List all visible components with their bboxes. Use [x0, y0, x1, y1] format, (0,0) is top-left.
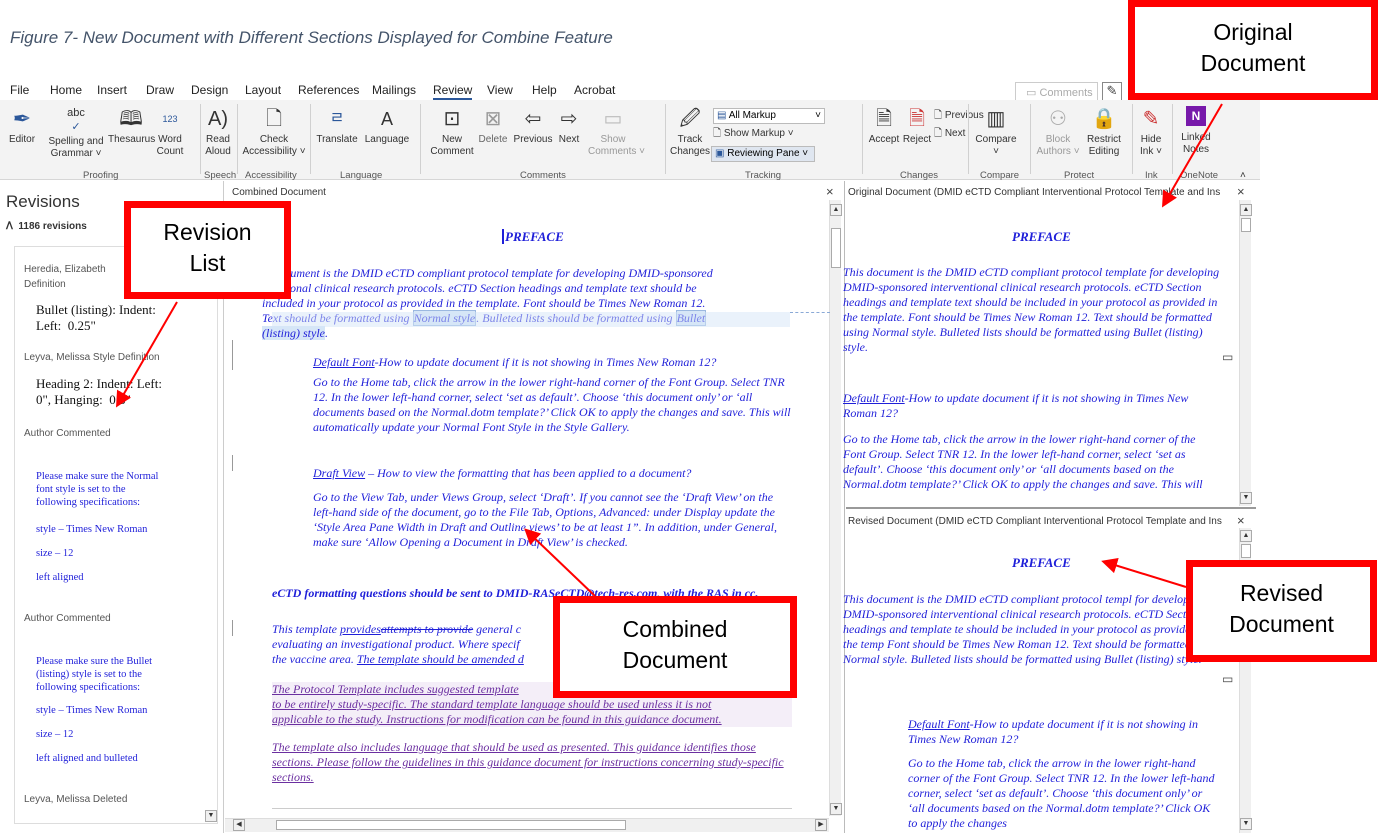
arrow-revision-list: [115, 301, 178, 408]
arrow-combined: [524, 528, 596, 597]
arrow-original: [1161, 103, 1223, 208]
arrow-revised: [1101, 557, 1187, 588]
callout-arrows: [115, 103, 1223, 597]
